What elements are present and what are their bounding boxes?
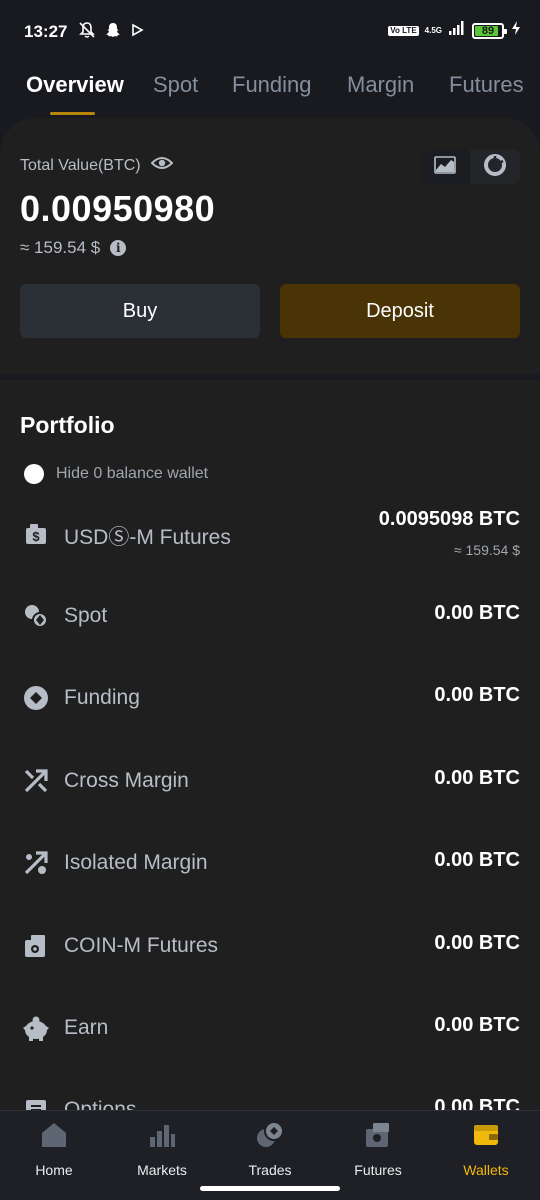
usd-value-row: ≈ 159.54 $ i	[20, 238, 127, 258]
hide-zero-balance-toggle[interactable]: Hide 0 balance wallet	[24, 464, 208, 484]
wallet-name: COIN-M Futures	[64, 934, 219, 957]
wallet-name: Isolated Margin	[64, 851, 208, 874]
network-type: 4.5G	[424, 25, 442, 35]
portfolio-section: Portfolio Hide 0 balance wallet $ USDⓈ-M…	[0, 380, 540, 1110]
home-icon	[40, 1121, 68, 1154]
snapchat-icon	[104, 21, 122, 44]
battery-percent: 89	[481, 24, 495, 37]
active-tab-indicator	[50, 112, 95, 115]
nav-wallets[interactable]: Wallets	[432, 1121, 540, 1181]
nav-futures[interactable]: Futures	[324, 1121, 432, 1181]
wallet-row-spot[interactable]: Spot 0.00 BTC	[0, 602, 540, 662]
wallet-row-usd-futures[interactable]: $ USDⓈ-M Futures 0.0095098 BTC ≈ 159.54 …	[0, 508, 540, 568]
nav-label: Wallets	[463, 1162, 509, 1178]
wallet-value: 0.00 BTC	[434, 1096, 520, 1110]
nav-trades[interactable]: Trades	[216, 1121, 324, 1181]
battery-icon: 89	[472, 22, 507, 39]
hide-zero-label: Hide 0 balance wallet	[56, 465, 209, 482]
bell-off-icon	[78, 21, 96, 44]
wallet-row-funding[interactable]: Funding 0.00 BTC	[0, 684, 540, 744]
isolated-margin-icon	[22, 849, 50, 877]
wallet-name: Cross Margin	[64, 769, 189, 792]
tab-futures[interactable]: Futures	[449, 72, 524, 98]
nav-label: Home	[35, 1162, 73, 1178]
wallet-name: Spot	[64, 604, 108, 627]
spot-icon	[22, 602, 50, 630]
options-icon	[22, 1096, 50, 1110]
wallet-value: 0.00 BTC	[434, 932, 520, 954]
wallet-value: 0.0095098 BTC	[378, 508, 520, 530]
buy-button[interactable]: Buy	[20, 284, 260, 338]
wallet-row-cross-margin[interactable]: Cross Margin 0.00 BTC	[0, 767, 540, 827]
info-icon[interactable]: i	[110, 240, 127, 256]
wallet-value: 0.00 BTC	[434, 767, 520, 789]
funding-icon	[22, 684, 50, 712]
home-indicator	[200, 1186, 340, 1191]
wallet-value: 0.00 BTC	[434, 684, 520, 706]
status-time: 13:27	[24, 22, 68, 41]
status-right: Vo LTE 4.5G 89	[388, 20, 522, 41]
wallet-usd-value: ≈ 159.54 $	[453, 542, 520, 558]
chart-view-button[interactable]	[420, 150, 470, 184]
markets-icon	[148, 1121, 176, 1154]
wallet-value: 0.00 BTC	[434, 849, 520, 871]
notification-icons	[78, 21, 144, 44]
pie-chart-icon	[484, 153, 506, 181]
total-value-label-row: Total Value(BTC)	[20, 155, 174, 176]
trades-icon	[256, 1121, 284, 1154]
view-toggle	[420, 150, 520, 184]
wallet-row-options[interactable]: Options 0.00 BTC	[0, 1096, 540, 1110]
wallet-row-coin-futures[interactable]: COIN-M Futures 0.00 BTC	[0, 932, 540, 992]
total-usd-value: ≈ 159.54 $	[20, 238, 101, 257]
tab-spot[interactable]: Spot	[153, 72, 198, 98]
volte-badge: Vo LTE	[388, 25, 419, 36]
wallets-icon	[472, 1121, 500, 1154]
nav-home[interactable]: Home	[0, 1121, 108, 1181]
wallet-tabs: Overview Spot Funding Margin Futures	[0, 62, 540, 118]
wallet-name: Earn	[64, 1016, 109, 1039]
wallet-value: 0.00 BTC	[434, 1014, 520, 1036]
signal-icon	[448, 20, 466, 41]
wallet-name: USDⓈ-M Futures	[64, 526, 231, 549]
play-icon	[130, 23, 144, 42]
usd-futures-icon: $	[22, 520, 50, 548]
nav-label: Futures	[354, 1162, 402, 1178]
wallet-name: Funding	[64, 686, 140, 709]
earn-icon	[22, 1014, 50, 1042]
pie-view-button[interactable]	[470, 150, 520, 184]
total-btc-value: 0.00950980	[20, 188, 216, 229]
cross-margin-icon	[22, 767, 50, 795]
wallet-row-isolated-margin[interactable]: Isolated Margin 0.00 BTC	[0, 849, 540, 909]
hide-zero-radio[interactable]	[24, 464, 44, 484]
status-bar: 13:27 Vo LTE 4.5G 89	[0, 0, 540, 62]
deposit-button[interactable]: Deposit	[280, 284, 520, 338]
overview-card: Total Value(BTC) 0.00950980 ≈ 159.54 $ i…	[0, 118, 540, 374]
nav-label: Trades	[248, 1162, 292, 1178]
futures-icon	[364, 1121, 392, 1154]
eye-icon[interactable]	[150, 155, 174, 176]
svg-text:$: $	[32, 529, 40, 544]
charging-icon	[510, 20, 522, 41]
tab-funding[interactable]: Funding	[232, 72, 312, 98]
wallet-row-earn[interactable]: Earn 0.00 BTC	[0, 1014, 540, 1074]
wallet-value: 0.00 BTC	[434, 602, 520, 624]
total-value-label: Total Value(BTC)	[20, 156, 141, 174]
tab-overview[interactable]: Overview	[26, 72, 124, 98]
portfolio-title: Portfolio	[20, 412, 115, 438]
coin-futures-icon	[22, 932, 50, 960]
tab-margin[interactable]: Margin	[347, 72, 414, 98]
nav-markets[interactable]: Markets	[108, 1121, 216, 1181]
wallet-name: Options	[64, 1098, 137, 1110]
line-chart-icon	[434, 155, 456, 179]
nav-label: Markets	[137, 1162, 187, 1178]
